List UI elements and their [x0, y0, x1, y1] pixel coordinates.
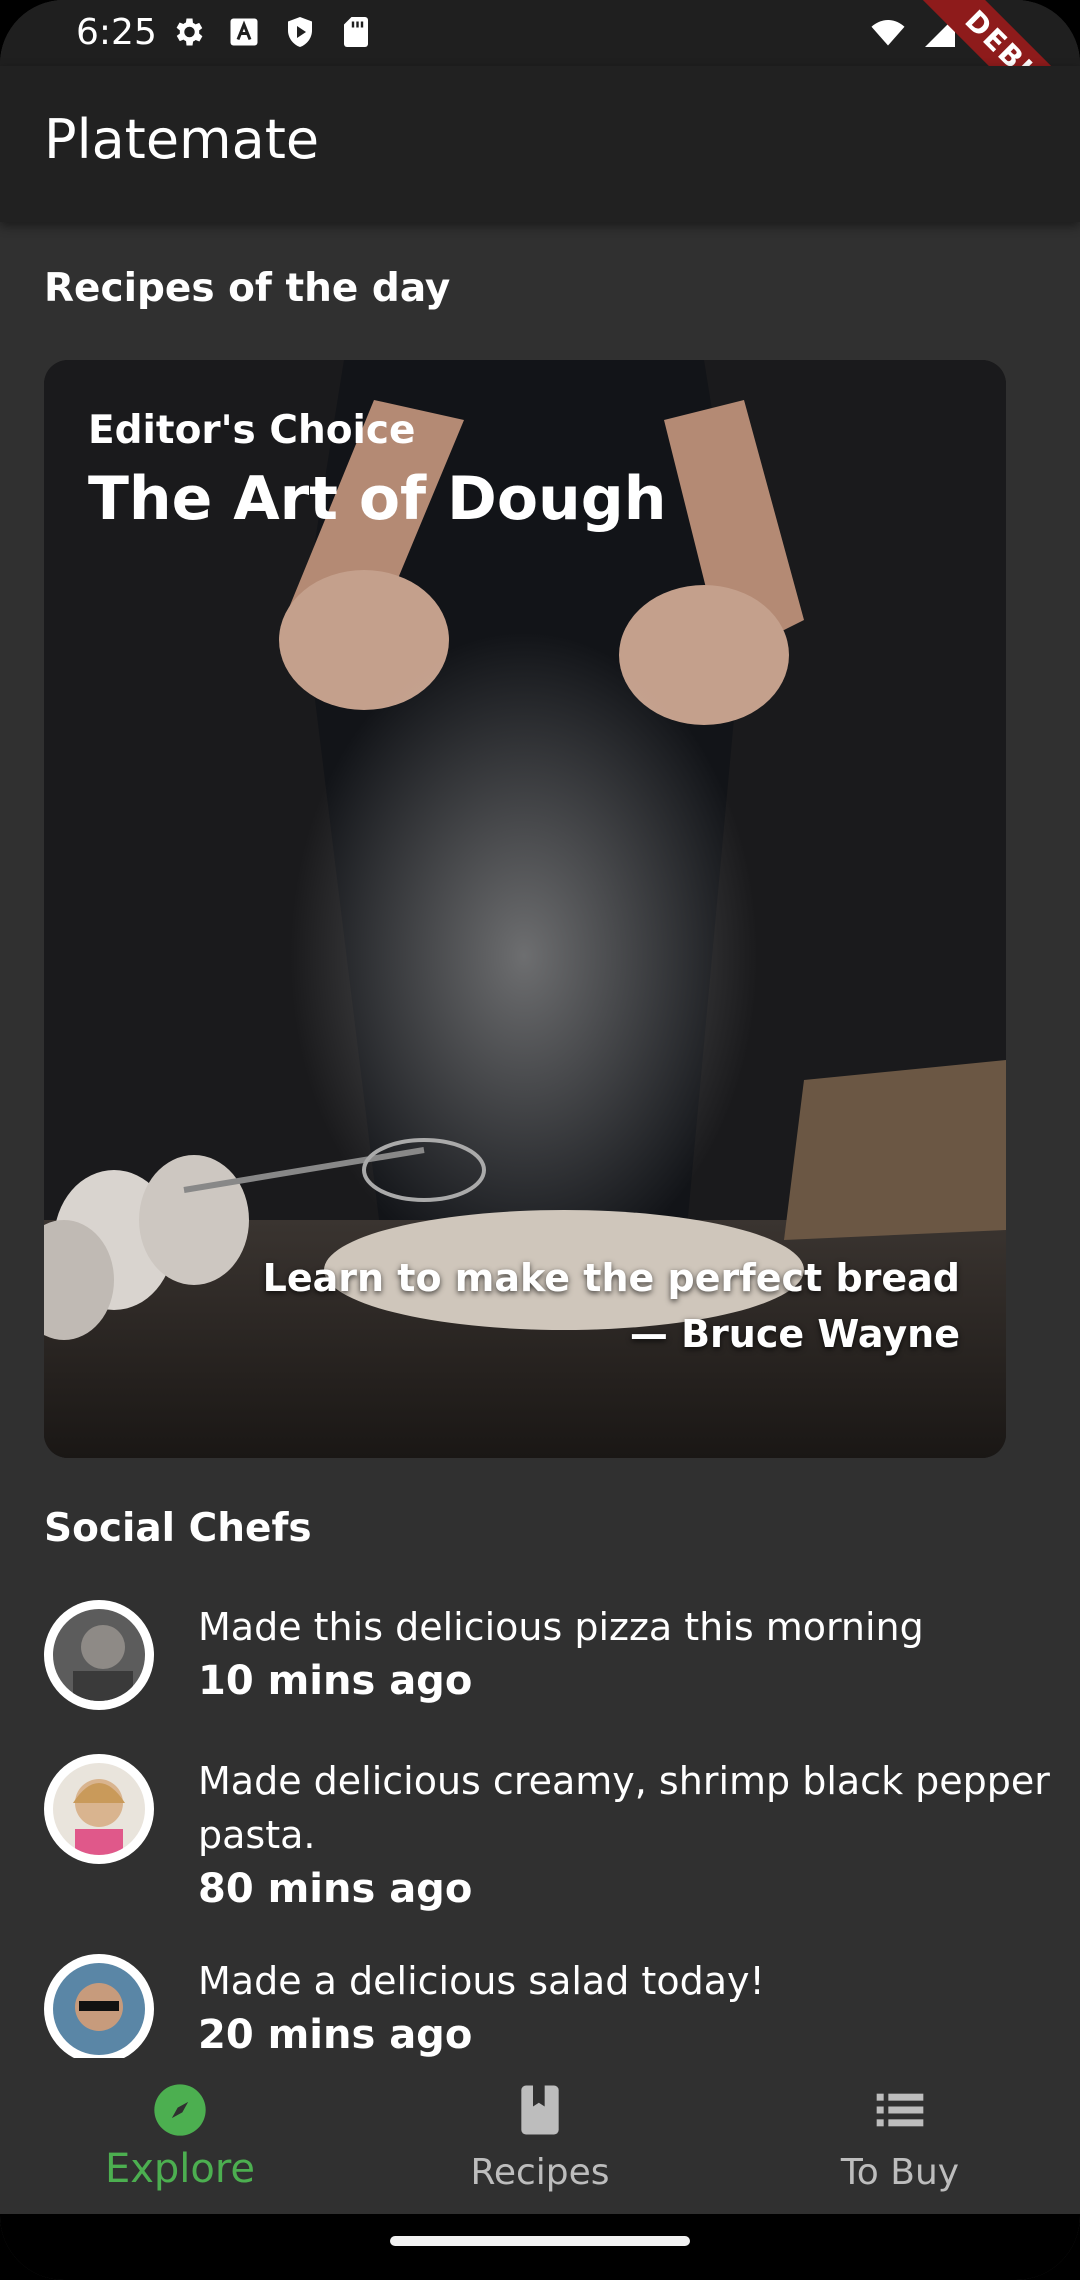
user-photo-2: [53, 1763, 145, 1855]
status-time: 6:25: [76, 12, 157, 53]
user-photo-3: [53, 1963, 145, 2055]
post-time: 10 mins ago: [198, 1658, 473, 1704]
post-time: 80 mins ago: [198, 1866, 473, 1912]
nav-explore-label: Explore: [104, 2146, 256, 2192]
nav-recipes[interactable]: Recipes: [360, 2058, 720, 2214]
avatar[interactable]: [44, 1954, 154, 2064]
shield-play-icon: [288, 17, 312, 47]
post-message: Made a delicious salad today!: [198, 1959, 765, 2003]
compass-icon: [154, 2084, 206, 2136]
post-time: 20 mins ago: [198, 2012, 473, 2058]
text-format-icon: [230, 18, 258, 46]
nav-explore[interactable]: Explore: [0, 2058, 360, 2214]
avatar[interactable]: [44, 1600, 154, 1710]
post-message: Made this delicious pizza this morning: [198, 1605, 924, 1649]
nav-recipes-label: Recipes: [470, 2152, 610, 2193]
nav-to-buy[interactable]: To Buy: [720, 2058, 1080, 2214]
card-subtitle: Editor's Choice: [88, 408, 416, 453]
book-icon: [521, 2085, 559, 2135]
home-indicator[interactable]: [390, 2236, 690, 2246]
post-text: Made a delicious salad today! 20 mins ag…: [198, 1954, 1058, 2062]
post-text: Made delicious creamy, shrimp black pepp…: [198, 1754, 1058, 1916]
card-description: Learn to make the perfect bread: [262, 1256, 960, 1300]
social-section-title: Social Chefs: [44, 1506, 312, 1551]
card-caption: Learn to make the perfect bread — Bruce …: [263, 1250, 960, 1362]
nav-to-buy-label: To Buy: [840, 2152, 960, 2193]
user-photo-1: [53, 1609, 145, 1701]
system-nav-bar: [0, 2214, 1080, 2280]
app-title: Platemate: [44, 108, 320, 171]
list-icon: [876, 2093, 924, 2127]
app-screen: 6:25 DEBUG Platemate Recipes of the day: [0, 0, 1080, 2280]
bottom-navigation: Explore Recipes To Buy: [0, 2058, 1080, 2214]
recipe-card[interactable]: Editor's Choice The Art of Dough Learn t…: [44, 360, 1006, 1458]
avatar[interactable]: [44, 1754, 154, 1864]
status-icons-left: [170, 14, 374, 50]
status-bar: 6:25 DEBUG: [0, 0, 1080, 166]
card-author: — Bruce Wayne: [629, 1312, 960, 1356]
app-bar: Platemate: [0, 66, 1080, 222]
card-title: The Art of Dough: [88, 464, 667, 534]
wifi-icon: [871, 20, 905, 46]
sd-card-icon: [344, 17, 368, 47]
recipes-section-title: Recipes of the day: [44, 266, 451, 311]
settings-icon: [176, 18, 203, 46]
post-message: Made delicious creamy, shrimp black pepp…: [198, 1759, 1050, 1857]
post-text: Made this delicious pizza this morning 1…: [198, 1600, 1058, 1708]
